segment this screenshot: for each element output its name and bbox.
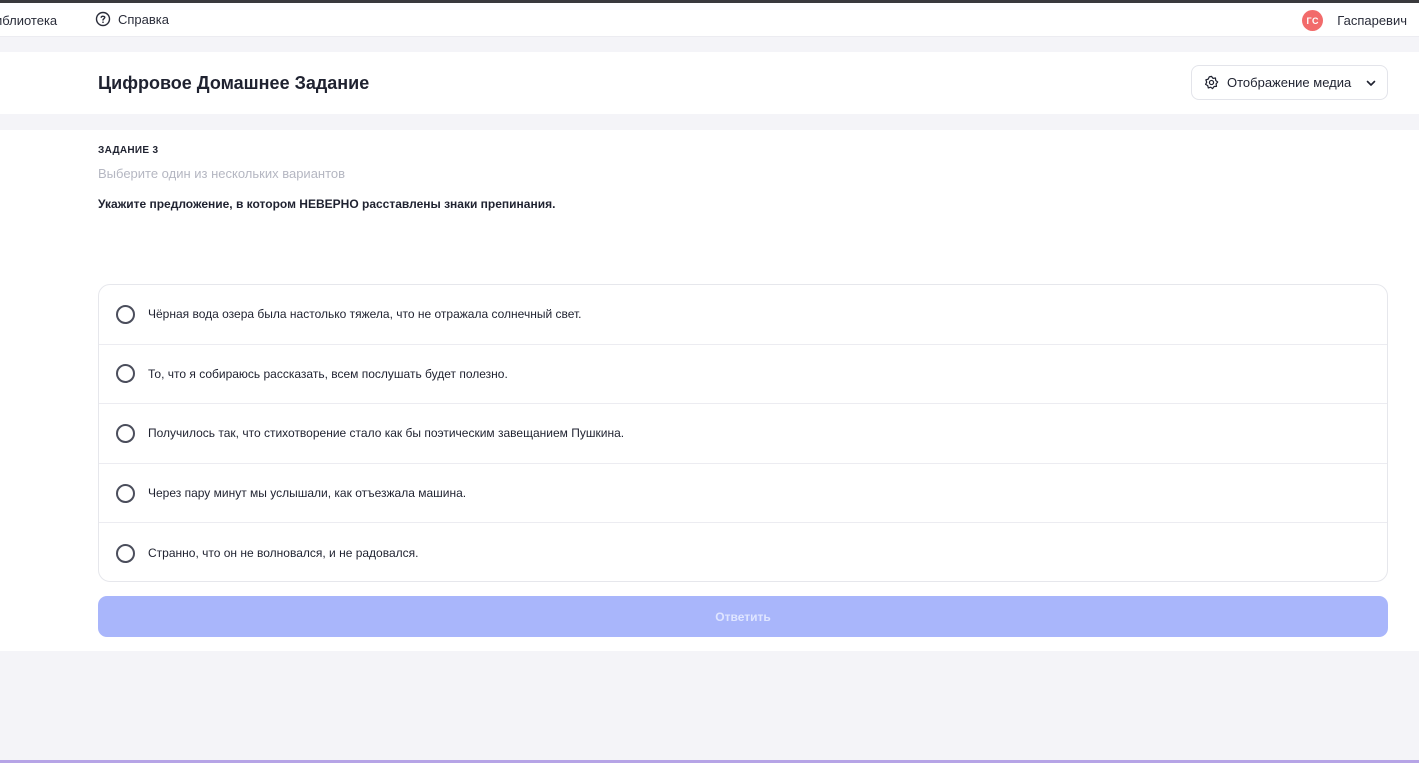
top-navigation-bar: иблиотека Справка ГС Гаспаревич [0,3,1419,37]
user-menu[interactable]: ГС Гаспаревич [1302,10,1407,31]
answer-option[interactable]: Странно, что он не волновался, и не радо… [99,523,1387,581]
nav-help-label: Справка [118,11,169,27]
page-title: Цифровое Домашнее Задание [98,73,370,93]
radio-button[interactable] [116,483,135,503]
submit-answer-button[interactable]: Ответить [98,596,1388,637]
answer-option[interactable]: Чёрная вода озера была настолько тяжела,… [99,285,1387,345]
help-circle-icon [95,11,111,27]
task-hint: Выберите один из нескольких вариантов [98,166,346,181]
answer-option[interactable]: Через пару минут мы услышали, как отъезж… [99,464,1387,524]
radio-button[interactable] [116,543,135,563]
answer-options-list: Чёрная вода озера была настолько тяжела,… [98,284,1388,582]
task-question: Укажите предложение, в котором НЕВЕРНО р… [98,197,556,211]
radio-button[interactable] [116,304,135,324]
task-panel: ЗАДАНИЕ 3 Выберите один из нескольких ва… [0,130,1419,651]
radio-button[interactable] [116,364,135,384]
avatar: ГС [1302,10,1324,31]
media-display-button[interactable]: Отображение медиа [1191,65,1388,100]
radio-button[interactable] [116,423,135,443]
answer-option-text: Через пару минут мы услышали, как отъезж… [148,486,467,501]
answer-option-text: То, что я собираюсь рассказать, всем пос… [148,366,508,381]
nav-library-link[interactable]: иблиотека [0,13,57,28]
answer-option[interactable]: То, что я собираюсь рассказать, всем пос… [99,345,1387,405]
answer-option-text: Странно, что он не волновался, и не радо… [148,546,419,561]
user-name: Гаспаревич [1337,13,1407,28]
page-header: Цифровое Домашнее Задание Отображение ме… [0,52,1419,114]
answer-option-text: Чёрная вода озера была настолько тяжела,… [148,307,582,322]
answer-option[interactable]: Получилось так, что стихотворение стало … [99,404,1387,464]
answer-option-text: Получилось так, что стихотворение стало … [148,426,625,441]
flower-settings-icon [1204,75,1219,90]
chevron-down-icon [1366,80,1376,86]
task-number-label: ЗАДАНИЕ 3 [98,145,159,156]
nav-help-link[interactable]: Справка [95,11,169,27]
media-display-label: Отображение медиа [1227,75,1352,90]
